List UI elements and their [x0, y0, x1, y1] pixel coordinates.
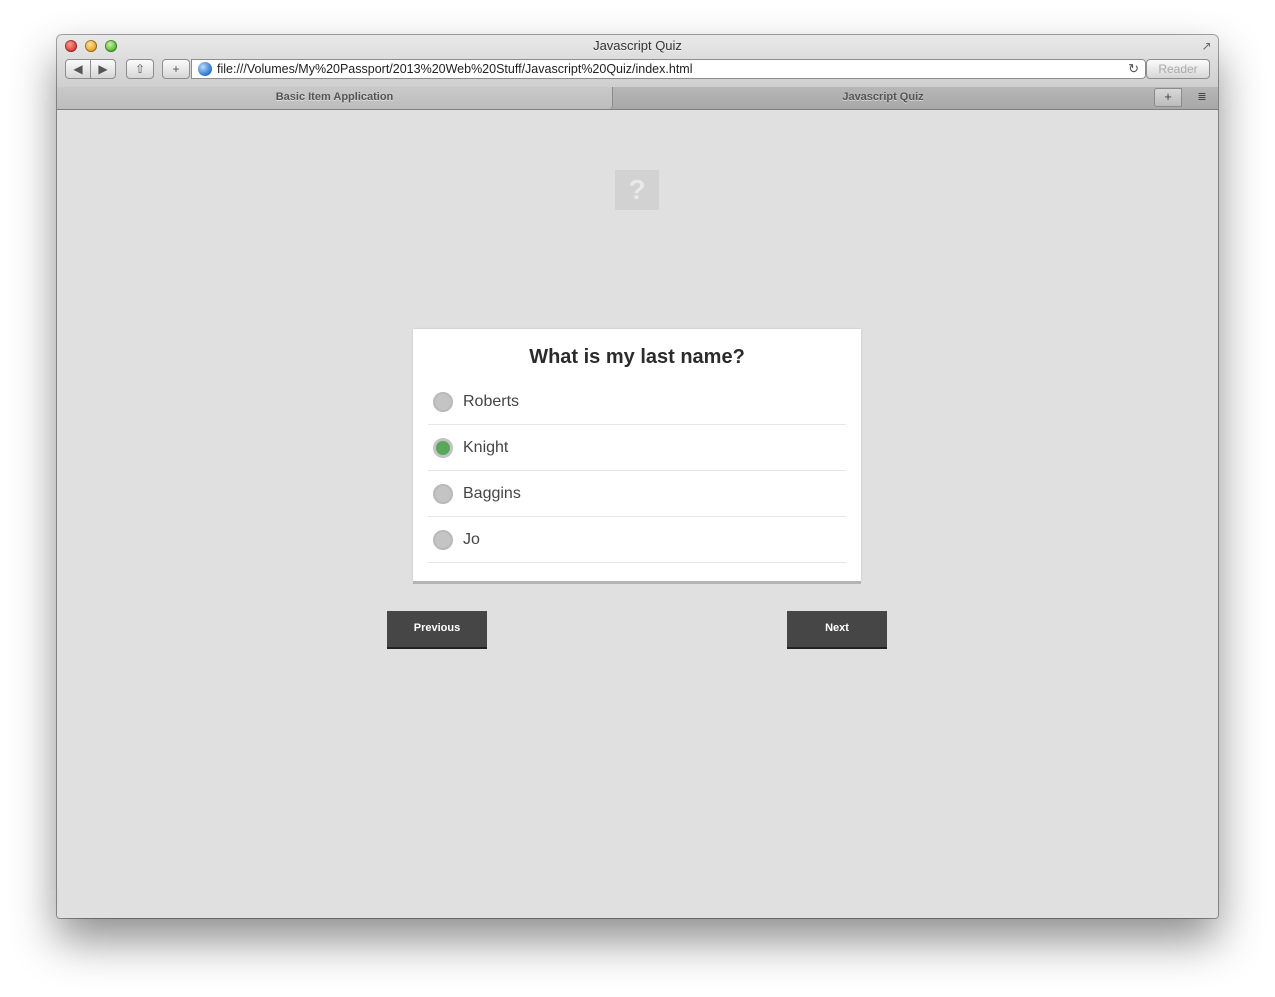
radio-button[interactable]: [433, 438, 453, 458]
quiz-card: What is my last name? Roberts Knight Bag…: [413, 329, 861, 581]
window-title: Javascript Quiz: [593, 38, 682, 53]
url-text[interactable]: file:///Volumes/My%20Passport/2013%20Web…: [217, 62, 692, 77]
question-text: What is my last name?: [529, 346, 745, 368]
tab-basic-item-application[interactable]: Basic Item Application: [57, 87, 613, 109]
back-button[interactable]: ◀: [65, 59, 91, 79]
title-bar: Javascript Quiz ↗ ◀ ▶ ⇧ + file:///Volume…: [57, 35, 1218, 88]
share-icon: ⇧: [134, 62, 146, 76]
plus-icon: +: [172, 62, 180, 76]
tab-overview-button[interactable]: ≣: [1187, 88, 1217, 107]
plus-icon: +: [1164, 89, 1172, 104]
forward-icon: ▶: [98, 62, 108, 76]
back-icon: ◀: [73, 62, 83, 76]
browser-window: Javascript Quiz ↗ ◀ ▶ ⇧ + file:///Volume…: [57, 35, 1218, 918]
next-button[interactable]: Next: [787, 611, 887, 647]
radio-button[interactable]: [433, 392, 453, 412]
choice-item[interactable]: Knight: [428, 425, 846, 471]
globe-icon: [198, 62, 212, 76]
tab-javascript-quiz[interactable]: Javascript Quiz: [613, 87, 1153, 109]
page-content: ? What is my last name? Roberts Knight B…: [57, 110, 1218, 918]
reload-icon[interactable]: ↻: [1128, 61, 1139, 77]
choice-label[interactable]: Jo: [463, 530, 480, 550]
choice-label[interactable]: Knight: [463, 438, 508, 458]
tab-overview-icon: ≣: [1197, 91, 1207, 103]
choice-item[interactable]: Baggins: [428, 471, 846, 517]
choice-label[interactable]: Roberts: [463, 392, 519, 412]
previous-button[interactable]: Previous: [387, 611, 487, 647]
share-button[interactable]: ⇧: [126, 59, 154, 79]
tab-bar: Basic Item Application Javascript Quiz +…: [57, 87, 1218, 110]
fullscreen-icon[interactable]: ↗: [1200, 40, 1213, 53]
choice-item[interactable]: Jo: [428, 517, 846, 563]
reader-button[interactable]: Reader: [1146, 59, 1210, 79]
question-mark-logo-icon: ?: [615, 170, 659, 210]
address-bar[interactable]: file:///Volumes/My%20Passport/2013%20Web…: [191, 59, 1146, 79]
add-bookmark-button[interactable]: +: [162, 59, 190, 79]
choice-label[interactable]: Baggins: [463, 484, 521, 504]
choice-item[interactable]: Roberts: [428, 379, 846, 425]
radio-button[interactable]: [433, 530, 453, 550]
forward-button[interactable]: ▶: [90, 59, 116, 79]
new-tab-button[interactable]: +: [1154, 88, 1182, 107]
radio-button[interactable]: [433, 484, 453, 504]
choice-list: Roberts Knight Baggins Jo: [428, 379, 846, 563]
